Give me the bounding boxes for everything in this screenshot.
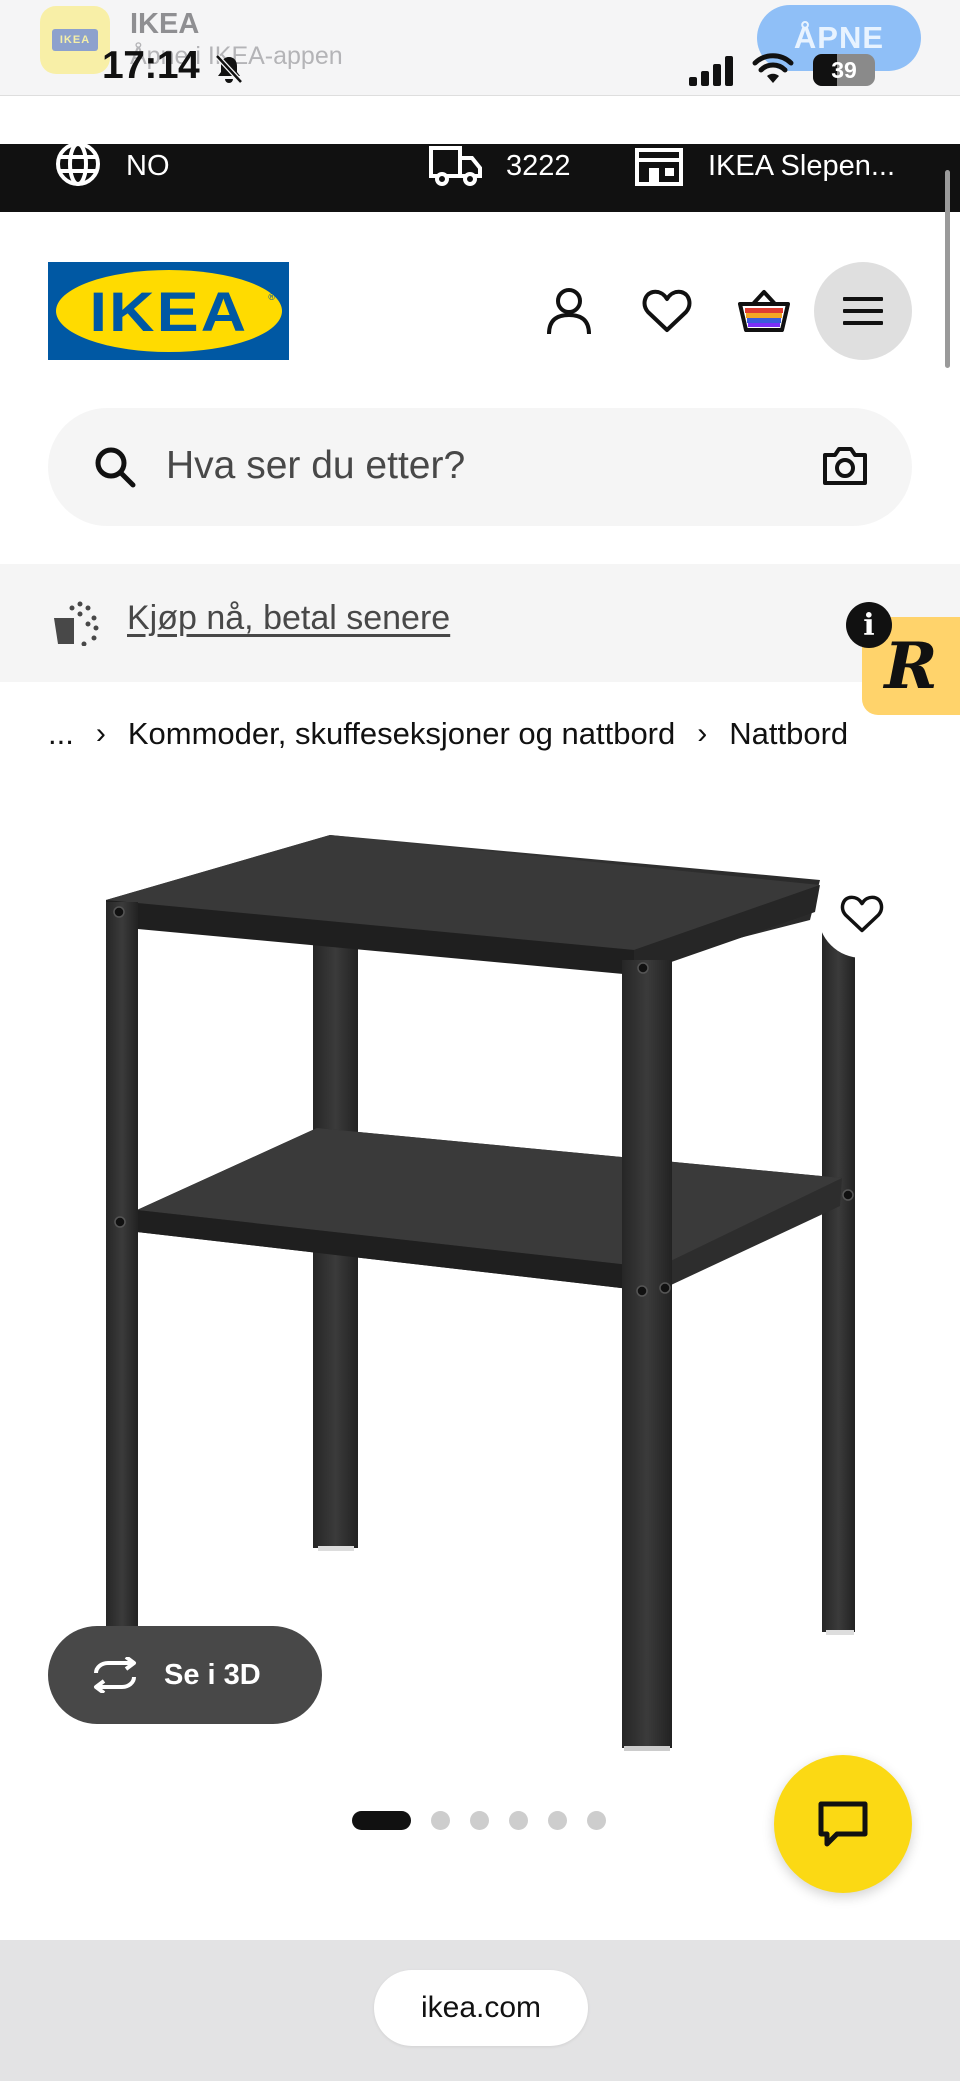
pay-later-banner[interactable]: Kjøp nå, betal senere bbox=[0, 564, 960, 682]
info-icon[interactable]: i bbox=[846, 602, 892, 648]
carousel-dot[interactable] bbox=[470, 1811, 489, 1830]
ikea-app-icon: IKEA bbox=[40, 6, 110, 74]
shopping-bag-dotted-icon bbox=[54, 601, 99, 646]
wishlist-button[interactable] bbox=[637, 281, 697, 341]
logo-text: IKEA bbox=[89, 279, 248, 343]
top-info-bar: NO 3222 IKEA Slepen... bbox=[0, 142, 960, 212]
search-bar[interactable]: Hva ser du etter? bbox=[48, 408, 912, 526]
status-time: 17:14 bbox=[102, 44, 200, 87]
delivery-postcode[interactable]: 3222 bbox=[428, 144, 571, 188]
heart-icon bbox=[642, 289, 692, 332]
breadcrumb-item-ellipsis[interactable]: ... bbox=[48, 716, 74, 752]
page-scrollbar[interactable] bbox=[945, 170, 950, 368]
chat-bubble-icon bbox=[818, 1801, 868, 1847]
app-banner-name: IKEA bbox=[130, 8, 200, 40]
carousel-dot[interactable] bbox=[509, 1811, 528, 1830]
postcode-text: 3222 bbox=[506, 149, 571, 182]
hamburger-menu-icon bbox=[843, 297, 883, 325]
carousel-dot[interactable] bbox=[587, 1811, 606, 1830]
search-placeholder[interactable]: Hva ser du etter? bbox=[166, 444, 465, 488]
product-favorite-button[interactable] bbox=[818, 870, 906, 958]
browser-bottom-bar: ikea.com bbox=[0, 1940, 960, 2081]
info-letter: i bbox=[863, 607, 875, 643]
bell-slash-icon bbox=[215, 54, 243, 84]
breadcrumb-chevron-icon: › bbox=[697, 717, 708, 750]
view-in-3d-label: Se i 3D bbox=[164, 1658, 261, 1691]
language-selector[interactable]: NO bbox=[52, 142, 170, 188]
cellular-signal-icon bbox=[689, 56, 733, 86]
store-name: IKEA Slepen... bbox=[708, 149, 896, 182]
account-button[interactable] bbox=[539, 281, 599, 341]
battery-indicator: 39 bbox=[813, 54, 875, 86]
breadcrumb-chevron-icon: › bbox=[95, 717, 106, 750]
image-carousel-dots[interactable] bbox=[352, 1811, 626, 1830]
store-icon bbox=[635, 148, 683, 186]
wifi-icon bbox=[752, 53, 794, 83]
carousel-dot[interactable] bbox=[431, 1811, 450, 1830]
product-image[interactable] bbox=[0, 790, 960, 1770]
user-icon bbox=[547, 288, 591, 335]
camera-search-icon[interactable] bbox=[822, 446, 868, 486]
language-code: NO bbox=[126, 149, 170, 182]
truck-icon bbox=[429, 146, 482, 186]
app-icon-logo-text: IKEA bbox=[59, 34, 91, 46]
address-bar[interactable]: ikea.com bbox=[374, 1970, 588, 2046]
menu-button[interactable] bbox=[814, 262, 912, 360]
breadcrumb: ... › Kommoder, skuffeseksjoner og nattb… bbox=[48, 712, 848, 756]
rotate-3d-icon bbox=[94, 1657, 136, 1693]
battery-percent: 39 bbox=[831, 56, 857, 83]
breadcrumb-item-nightstands[interactable]: Nattbord bbox=[729, 716, 848, 752]
shopping-basket-icon bbox=[738, 290, 790, 332]
carousel-dot[interactable] bbox=[548, 1811, 567, 1830]
search-icon bbox=[95, 447, 136, 488]
cart-button[interactable] bbox=[734, 281, 794, 341]
carousel-dot[interactable] bbox=[352, 1811, 411, 1830]
view-in-3d-button[interactable]: Se i 3D bbox=[48, 1626, 322, 1724]
heart-icon bbox=[840, 895, 884, 933]
ikea-logo[interactable]: IKEA ® bbox=[48, 262, 289, 360]
breadcrumb-item-dressers[interactable]: Kommoder, skuffeseksjoner og nattbord bbox=[128, 716, 675, 752]
pay-later-link[interactable]: Kjøp nå, betal senere bbox=[127, 599, 450, 638]
store-selector[interactable]: IKEA Slepen... bbox=[634, 144, 895, 188]
chat-button[interactable] bbox=[774, 1755, 912, 1893]
globe-icon bbox=[56, 142, 100, 186]
r-widget-letter: R bbox=[884, 628, 938, 704]
